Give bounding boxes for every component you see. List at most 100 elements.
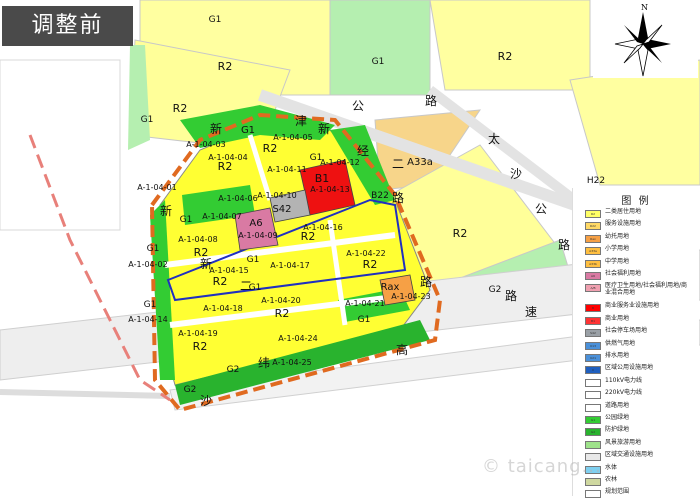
legend-swatch (585, 403, 601, 412)
road-label-jin: 津 (295, 114, 307, 128)
road-label-lu-se: 路 (420, 274, 432, 289)
compass-rose-icon (614, 12, 671, 77)
legend-item: Rax 幼托用地 (581, 233, 699, 246)
page-title: 调整前 (2, 6, 133, 46)
parcel-code-08: A-1-04-08 (178, 235, 217, 244)
parcel-code-22: A-1-04-22 (346, 249, 385, 258)
parcel-code-06: A-1-04-06 (218, 194, 257, 203)
legend-label: 公园绿地 (605, 414, 630, 421)
label-g2-b: G2 (184, 385, 197, 395)
legend-label: 道路用地 (605, 401, 630, 409)
label-a6: A6 (249, 218, 262, 229)
label-g2-a: G2 (227, 365, 240, 375)
legend-label: 幼托用地 (605, 232, 630, 240)
legend-label: 供燃气用地 (605, 339, 636, 347)
road-label-gong2: 公 (535, 202, 547, 216)
legend-swatch: Rax (585, 234, 601, 243)
label-r2-f: R2 (213, 275, 228, 288)
road-label-gong: 公 (352, 99, 364, 113)
legend-item: A33b 中学用地 (581, 258, 699, 271)
legend-label: 商业用地 (605, 314, 630, 322)
parcel-code-04: A-1-04-04 (208, 153, 247, 162)
legend-item: 风景旅游用地 (581, 439, 699, 452)
parcel-code-21: A-1-04-21 (345, 299, 384, 308)
legend-swatch: U13 (585, 341, 601, 350)
legend-item: 220kV电力线 (581, 389, 699, 402)
label-r2-e: R2 (453, 227, 468, 240)
legend-label: 中学用地 (605, 257, 630, 265)
label-g1-c: G1 (180, 215, 193, 225)
label-g1-h: G1 (144, 300, 157, 310)
parcel-code-01: A-1-04-01 (137, 183, 176, 192)
legend-swatch (585, 391, 601, 400)
parcel-code-03: A-1-04-03 (186, 140, 225, 149)
parcel-code-13: A-1-04-13 (310, 185, 349, 194)
legend-swatch: G1 (585, 416, 601, 424)
label-r2-e2: R2 (363, 258, 378, 271)
parcel-north-green (329, 0, 431, 96)
road-label-lu-n: 路 (425, 93, 437, 108)
legend-item: A33a 小学用地 (581, 245, 699, 258)
parcel-code-05: A-1-04-05 (273, 133, 312, 142)
legend-swatch: U (585, 366, 601, 375)
legend-swatch: U21 (585, 354, 601, 362)
road-label-xin-3: 新 (200, 256, 212, 271)
legend-item: 110kV电力线 (581, 377, 699, 390)
label-s42: S42 (272, 204, 291, 215)
parcel-code-23: A-1-04-23 (391, 292, 430, 301)
label-g1-w: G1 (141, 115, 154, 125)
road-label-xin-2: 新 (318, 121, 330, 136)
legend-title: 图 例 (621, 196, 651, 207)
watermark: © taicang... (482, 456, 602, 477)
legend-label: 区域公用设施用地 (605, 364, 654, 372)
legend-swatch (585, 490, 601, 498)
legend-item: A/B 医疗卫生用地/社会福利用地/商业混合用地 (581, 282, 699, 296)
parcel-code-09: A-1-04-09 (238, 231, 277, 240)
label-g1-n: G1 (372, 57, 385, 67)
legend-item: U13 供燃气用地 (581, 340, 699, 353)
parcel-code-24: A-1-04-24 (278, 334, 317, 343)
legend-swatch: R22 (585, 222, 601, 231)
legend-item: 农林 (581, 476, 699, 489)
parcel-code-10: A-1-04-10 (257, 191, 296, 200)
road-label-lu-s: 路 (505, 288, 517, 303)
legend-item: G1 公园绿地 (581, 414, 699, 427)
label-g2-e: G2 (489, 285, 502, 295)
label-r2-n: R2 (218, 60, 233, 73)
parcel-code-17: A-1-04-17 (270, 261, 309, 270)
legend-label: 110kV电力线 (605, 376, 643, 384)
legend-item: B 商业服务业设施用地 (581, 302, 699, 315)
legend-swatch (585, 478, 601, 486)
parcel-north-east-r2 (429, 0, 591, 91)
label-r2-g: R2 (275, 307, 290, 320)
parcel-west-blank (0, 59, 121, 231)
legend-item: 道路用地 (581, 402, 699, 415)
label-r2-ne: R2 (498, 50, 513, 63)
legend-swatch: A6 (585, 272, 601, 280)
legend-label: 风景旅游用地 (605, 438, 642, 446)
parcel-code-25: A-1-04-25 (272, 358, 311, 367)
label-g1-a: G1 (241, 125, 255, 136)
legend-label: 220kV电力线 (605, 389, 643, 397)
road-label-lu-e: 路 (558, 237, 570, 252)
legend-label: 二类居住用地 (605, 208, 642, 215)
legend-label: 规划范围 (605, 488, 630, 496)
label-r2-h: R2 (193, 340, 208, 353)
road-label-sha-2: 沙 (200, 394, 212, 408)
label-g1-g: G1 (147, 244, 160, 254)
legend-swatch: R2 (585, 210, 601, 218)
legend-item: R22 服务设施用地 (581, 220, 699, 233)
map-legend: 图 例 R2 二类居住用地 R22 服务设施用地 Rax 幼托用地 A33a 小学用地 A33b… (572, 188, 699, 498)
legend-swatch: A/B (585, 284, 601, 293)
road-label-gao: 高 (396, 342, 408, 357)
parcel-code-11: A-1-04-11 (267, 165, 306, 174)
legend-swatch (585, 378, 601, 387)
parcel-code-15: A-1-04-15 (209, 266, 248, 275)
road-label-su: 速 (525, 305, 537, 319)
legend-swatch: A33a (585, 247, 601, 256)
legend-swatch (585, 440, 601, 449)
label-g1-top: G1 (209, 15, 222, 25)
legend-item: U 区域公用设施用地 (581, 364, 699, 377)
label-b1: B1 (315, 172, 330, 185)
legend-item: B1 商业用地 (581, 315, 699, 328)
